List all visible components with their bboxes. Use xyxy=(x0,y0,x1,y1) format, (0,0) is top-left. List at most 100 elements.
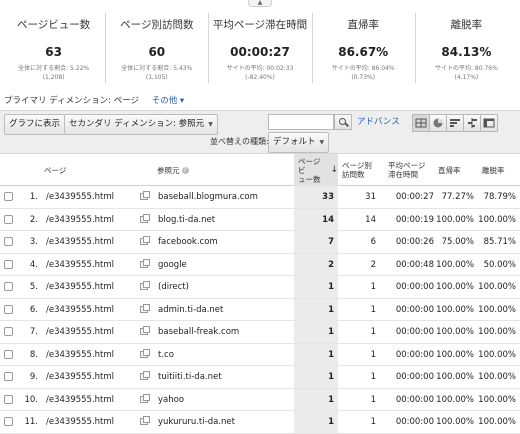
column-header-referrer[interactable]: 参照元? xyxy=(157,154,257,186)
pivot-view-icon[interactable] xyxy=(480,114,498,132)
external-link-icon[interactable] xyxy=(140,416,150,425)
row-referrer[interactable]: baseball-freak.com xyxy=(158,321,288,343)
row-exit: 100.00% xyxy=(478,282,516,292)
metric-pageviews[interactable]: ページビュー数 63 全体に対する割合: 5.22% (1,208) xyxy=(2,9,105,87)
sort-type-dropdown[interactable]: デフォルト ▼ xyxy=(268,132,330,153)
row-page[interactable]: /e3439555.html xyxy=(46,411,136,433)
secondary-dimension-dropdown[interactable]: セカンダリ ディメンション: 参照元 ▼ xyxy=(64,114,218,135)
row-referrer[interactable]: baseball.blogmura.com xyxy=(158,186,288,208)
column-header-page[interactable]: ページ xyxy=(44,154,124,186)
row-visits: 1 xyxy=(370,417,376,427)
row-checkbox[interactable] xyxy=(4,417,13,426)
row-checkbox[interactable] xyxy=(4,192,13,201)
row-checkbox[interactable] xyxy=(4,304,13,314)
table-row[interactable]: 8./e3439555.html t.co 1 1 00:00:00 100.00% 100… xyxy=(0,343,520,366)
table-row[interactable]: 10./e3439555.html yahoo 1 1 00:00:00 100.00% 1… xyxy=(0,388,520,411)
row-referrer[interactable]: tuitiiti.ti-da.net xyxy=(158,366,288,388)
row-referrer[interactable]: blog.ti-da.net xyxy=(158,209,288,231)
metric-avg-time[interactable]: 平均ページ滞在時間 00:00:27 サイトの平均: 00:02:33 (-82… xyxy=(208,9,311,87)
row-checkbox[interactable] xyxy=(4,327,13,336)
row-checkbox[interactable] xyxy=(4,349,13,359)
table-row[interactable]: 7. /e3439555.html baseball-freak.com 1 1 00:0… xyxy=(0,321,520,344)
row-visits: 1 xyxy=(370,327,376,337)
column-header-avg-time[interactable]: 平均ページ 滞在時間 xyxy=(388,154,438,186)
sort-type-value: デフォルト xyxy=(273,137,316,147)
search-button[interactable] xyxy=(334,114,352,130)
performance-view-icon[interactable] xyxy=(446,114,464,132)
row-exit: 100.00% xyxy=(478,394,516,405)
row-page[interactable]: /e3439555.html xyxy=(46,276,136,298)
show-graph-button[interactable]: グラフに表示 xyxy=(4,114,66,135)
row-referrer[interactable]: t.co xyxy=(158,344,288,366)
row-checkbox[interactable] xyxy=(4,259,13,269)
row-referrer[interactable]: yukururu.ti-da.net xyxy=(158,411,288,433)
external-link-icon[interactable] xyxy=(140,348,150,358)
column-header-pageviews[interactable]: ページビ ュー数 ↓ xyxy=(294,154,338,186)
metric-sub2: (0.73%) xyxy=(351,74,376,81)
row-referrer[interactable]: yahoo xyxy=(158,389,288,411)
comparison-view-icon[interactable] xyxy=(463,114,481,132)
row-checkbox[interactable] xyxy=(4,214,13,224)
external-link-icon[interactable] xyxy=(140,371,150,380)
collapse-tab[interactable]: ▲ xyxy=(248,0,272,7)
row-bounce: 100.00% xyxy=(436,327,474,337)
row-pageviews: 33 xyxy=(294,186,338,208)
row-page[interactable]: /e3439555.html xyxy=(46,254,136,276)
external-link-icon[interactable] xyxy=(140,258,150,268)
row-index: 2. xyxy=(29,214,38,225)
external-link-icon[interactable] xyxy=(140,281,150,290)
external-link-icon[interactable] xyxy=(140,303,150,313)
row-bounce: 100.00% xyxy=(436,304,474,315)
external-link-icon[interactable] xyxy=(140,213,150,223)
row-referrer[interactable]: facebook.com xyxy=(158,231,288,253)
metric-bounce-rate[interactable]: 直帰率 86.67% サイトの平均: 86.04% (0.73%) xyxy=(311,9,415,87)
row-page[interactable]: /e3439555.html xyxy=(46,389,136,411)
row-page[interactable]: /e3439555.html xyxy=(46,321,136,343)
column-header-exit[interactable]: 離脱率 xyxy=(482,154,518,186)
row-pageviews: 1 xyxy=(294,411,338,433)
row-index: 11. xyxy=(24,417,38,427)
row-index: 5. xyxy=(29,282,38,292)
metric-sub2: (1,208) xyxy=(42,74,65,81)
view-switcher xyxy=(412,114,498,132)
row-page[interactable]: /e3439555.html xyxy=(46,344,136,366)
table-row[interactable]: 1. /e3439555.html baseball.blogmura.com 33 3… xyxy=(0,186,520,209)
column-header-bounce[interactable]: 直帰率 xyxy=(438,154,474,186)
primary-dimension-current[interactable]: ページ xyxy=(114,96,139,106)
row-avg-time: 00:00:00 xyxy=(395,372,434,382)
external-link-icon[interactable] xyxy=(140,236,150,245)
help-icon[interactable]: ? xyxy=(181,166,189,174)
row-referrer[interactable]: (direct) xyxy=(158,276,288,298)
table-row[interactable]: 6. /e3439555.html admin.ti-da.net 1 1 00:00:0… xyxy=(0,298,520,321)
advanced-filter-link[interactable]: アドバンス xyxy=(357,115,400,127)
table-row[interactable]: 9. /e3439555.html tuitiiti.ti-da.net 1 1 00:0… xyxy=(0,366,520,389)
external-link-icon[interactable] xyxy=(140,326,150,335)
external-link-icon[interactable] xyxy=(140,393,150,403)
row-page[interactable]: /e3439555.html xyxy=(46,231,136,253)
search-input[interactable] xyxy=(268,114,334,130)
column-header-visits[interactable]: ページ別 訪問数 xyxy=(342,154,382,186)
metric-unique-pageviews[interactable]: ページ別訪問数 60 全体に対する割合: 5.43% (1,105) xyxy=(105,9,208,87)
table-row[interactable]: 11. /e3439555.html yukururu.ti-da.net 1 1 00:… xyxy=(0,411,520,434)
table-row[interactable]: 3. /e3439555.html facebook.com 7 6 00:00:26 75… xyxy=(0,231,520,254)
metric-sub2: (-82.40%) xyxy=(245,74,275,81)
row-checkbox[interactable] xyxy=(4,394,13,404)
metric-exit-rate[interactable]: 離脱率 84.13% サイトの平均: 80.76% (4.17%) xyxy=(414,9,518,87)
row-page[interactable]: /e3439555.html xyxy=(46,209,136,231)
row-referrer[interactable]: admin.ti-da.net xyxy=(158,299,288,321)
row-page[interactable]: /e3439555.html xyxy=(46,299,136,321)
row-checkbox[interactable] xyxy=(4,372,13,381)
row-checkbox[interactable] xyxy=(4,237,13,246)
row-page[interactable]: /e3439555.html xyxy=(46,186,136,208)
row-checkbox[interactable] xyxy=(4,282,13,291)
external-link-icon[interactable] xyxy=(140,191,150,200)
row-page[interactable]: /e3439555.html xyxy=(46,366,136,388)
row-exit: 100.00% xyxy=(478,372,516,382)
table-row[interactable]: 5./e3439555.html (direct) 1 1 00:00:00 100.00… xyxy=(0,276,520,299)
table-view-icon[interactable] xyxy=(412,114,430,132)
table-row[interactable]: 2. /e3439555.html blog.ti-da.net 14 14 00:00:… xyxy=(0,208,520,231)
pie-chart-icon[interactable] xyxy=(429,114,447,132)
row-referrer[interactable]: google xyxy=(158,254,288,276)
primary-dimension-other-link[interactable]: その他 ▾ xyxy=(152,96,184,106)
table-row[interactable]: 4. /e3439555.html google 2 2 00:00:48 100.00% 5… xyxy=(0,253,520,276)
